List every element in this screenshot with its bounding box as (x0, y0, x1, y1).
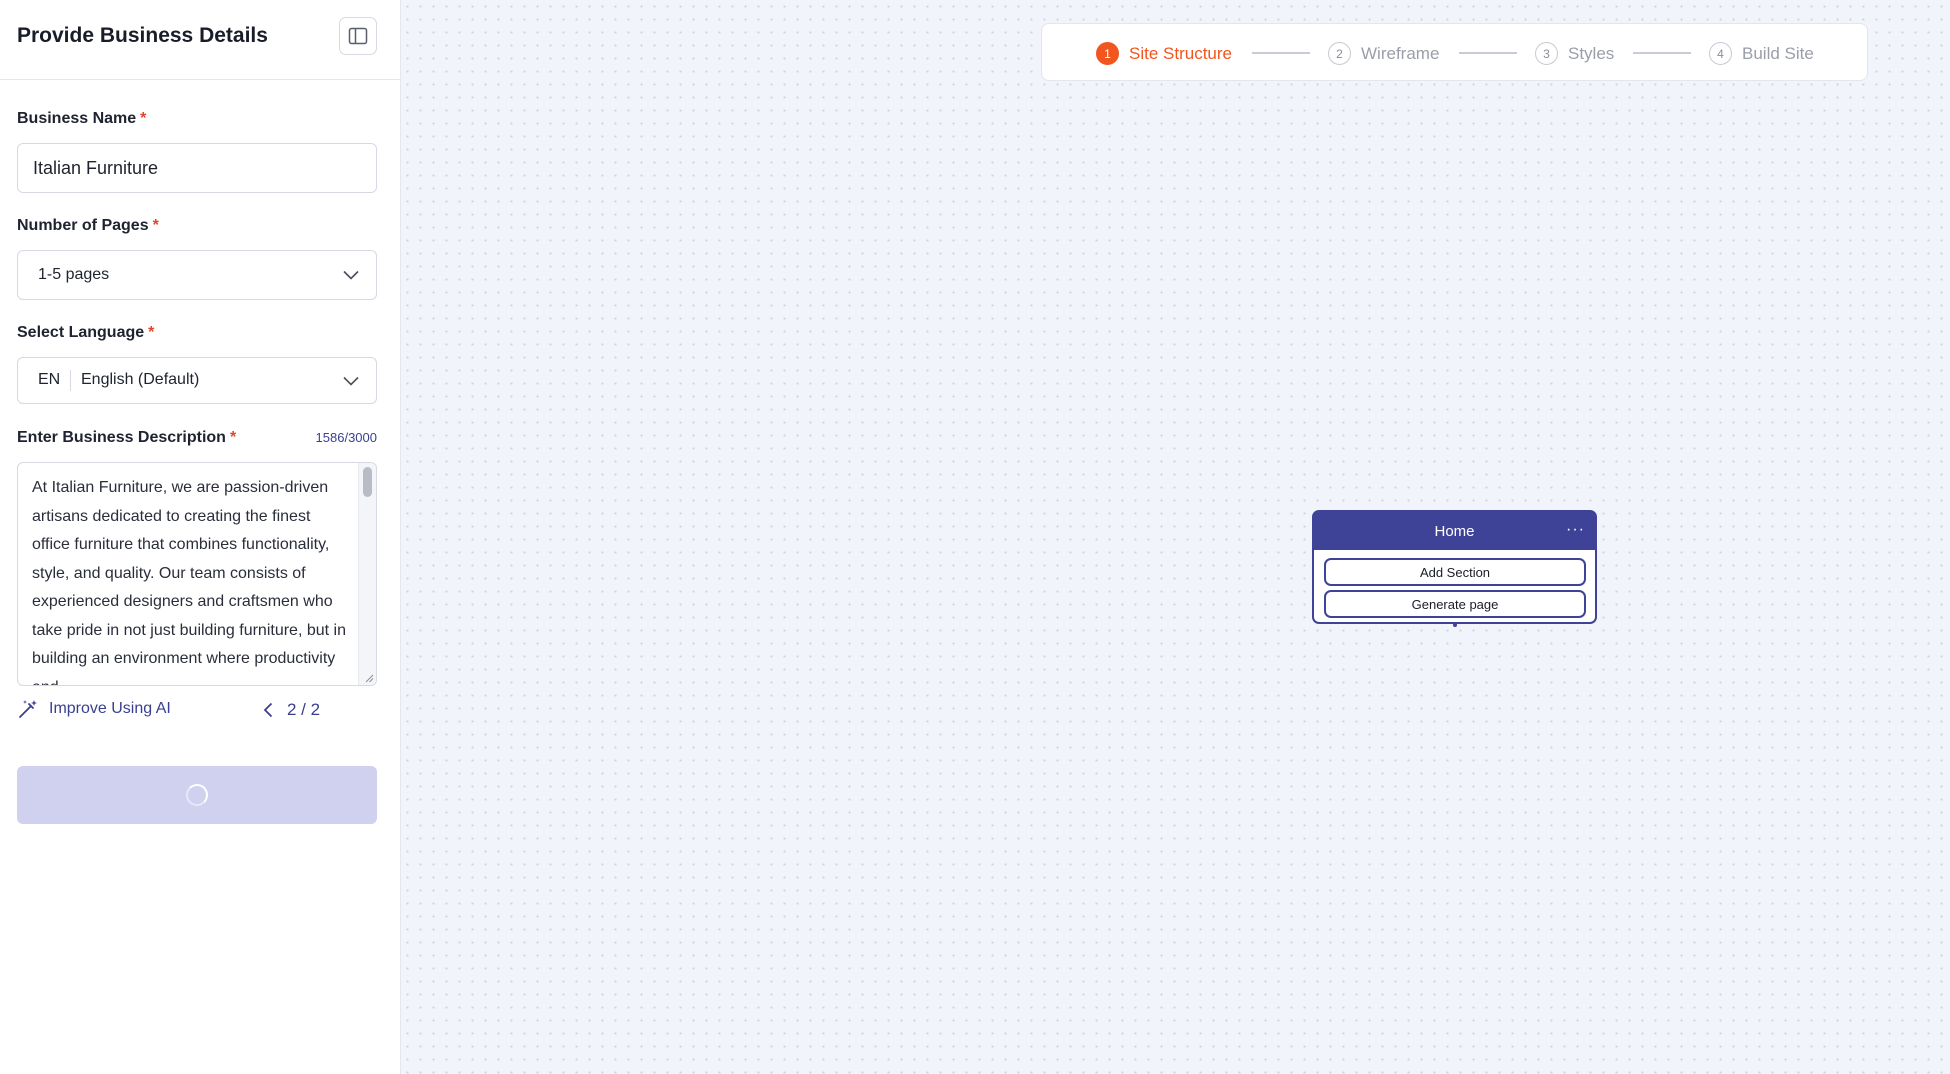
loading-spinner-icon (186, 784, 208, 806)
more-options-icon[interactable]: ··· (1566, 521, 1585, 539)
page-title: Provide Business Details (17, 24, 268, 47)
collapse-sidebar-button[interactable] (339, 17, 377, 55)
improve-using-ai-button[interactable]: Improve Using AI (17, 698, 171, 720)
step-number: 1 (1096, 42, 1119, 65)
step-styles[interactable]: 3 Styles (1535, 42, 1614, 65)
pages-label: Number of Pages * (17, 217, 159, 234)
submit-button[interactable] (17, 766, 377, 824)
step-label: Styles (1568, 43, 1615, 63)
scrollbar-thumb[interactable] (363, 467, 372, 497)
node-header[interactable]: Home ··· (1314, 512, 1595, 550)
step-connector (1459, 52, 1517, 54)
step-site-structure[interactable]: 1 Site Structure (1096, 42, 1232, 65)
pager-text: 2 / 2 (287, 700, 321, 719)
description-text: At Italian Furniture, we are passion-dri… (32, 479, 346, 685)
step-label: Wireframe (1361, 43, 1440, 63)
magic-wand-icon (19, 700, 37, 718)
character-counter: 1586/3000 (315, 430, 377, 445)
description-label: Enter Business Description * (17, 429, 237, 446)
business-name-label: Business Name * (17, 110, 147, 127)
node-title: Home (1434, 522, 1475, 540)
node-connection-handle[interactable] (1453, 623, 1457, 627)
language-code: EN (38, 371, 61, 388)
business-name-input[interactable]: Italian Furniture (17, 143, 377, 193)
generate-page-button[interactable]: Generate page (1324, 590, 1586, 618)
language-select[interactable]: EN English (Default) (17, 357, 377, 404)
progress-stepper: 1 Site Structure 2 Wireframe 3 Styles 4 … (1041, 23, 1868, 81)
resize-handle-icon[interactable] (364, 673, 374, 683)
step-wireframe[interactable]: 2 Wireframe (1328, 42, 1439, 65)
step-connector (1252, 52, 1310, 54)
business-name-value: Italian Furniture (33, 158, 159, 178)
step-number: 3 (1535, 42, 1558, 65)
chevron-left-icon[interactable] (263, 702, 273, 718)
site-structure-canvas[interactable]: 1 Site Structure 2 Wireframe 3 Styles 4 … (401, 0, 1950, 1074)
language-divider (70, 370, 71, 391)
page-node-home[interactable]: Home ··· Add Section Generate page (1312, 510, 1597, 627)
sidebar-header: Provide Business Details (0, 0, 400, 80)
chevron-down-icon (343, 270, 359, 280)
textarea-scrollbar[interactable] (358, 463, 376, 685)
sidebar: Provide Business Details Business Name * … (0, 0, 401, 1074)
step-build-site[interactable]: 4 Build Site (1709, 42, 1814, 65)
sidebar-panel-icon (348, 27, 368, 45)
description-textarea[interactable]: At Italian Furniture, we are passion-dri… (17, 462, 377, 686)
step-label: Site Structure (1129, 43, 1232, 63)
step-connector (1633, 52, 1691, 54)
description-pager: 2 / 2 (263, 700, 320, 720)
step-label: Build Site (1742, 43, 1814, 63)
pages-select[interactable]: 1-5 pages (17, 250, 377, 300)
step-number: 4 (1709, 42, 1732, 65)
language-value: English (Default) (81, 371, 200, 388)
step-number: 2 (1328, 42, 1351, 65)
pages-value: 1-5 pages (38, 266, 110, 283)
language-label: Select Language * (17, 324, 155, 341)
improve-label: Improve Using AI (49, 700, 171, 717)
add-section-button[interactable]: Add Section (1324, 558, 1586, 586)
chevron-down-icon (343, 376, 359, 386)
